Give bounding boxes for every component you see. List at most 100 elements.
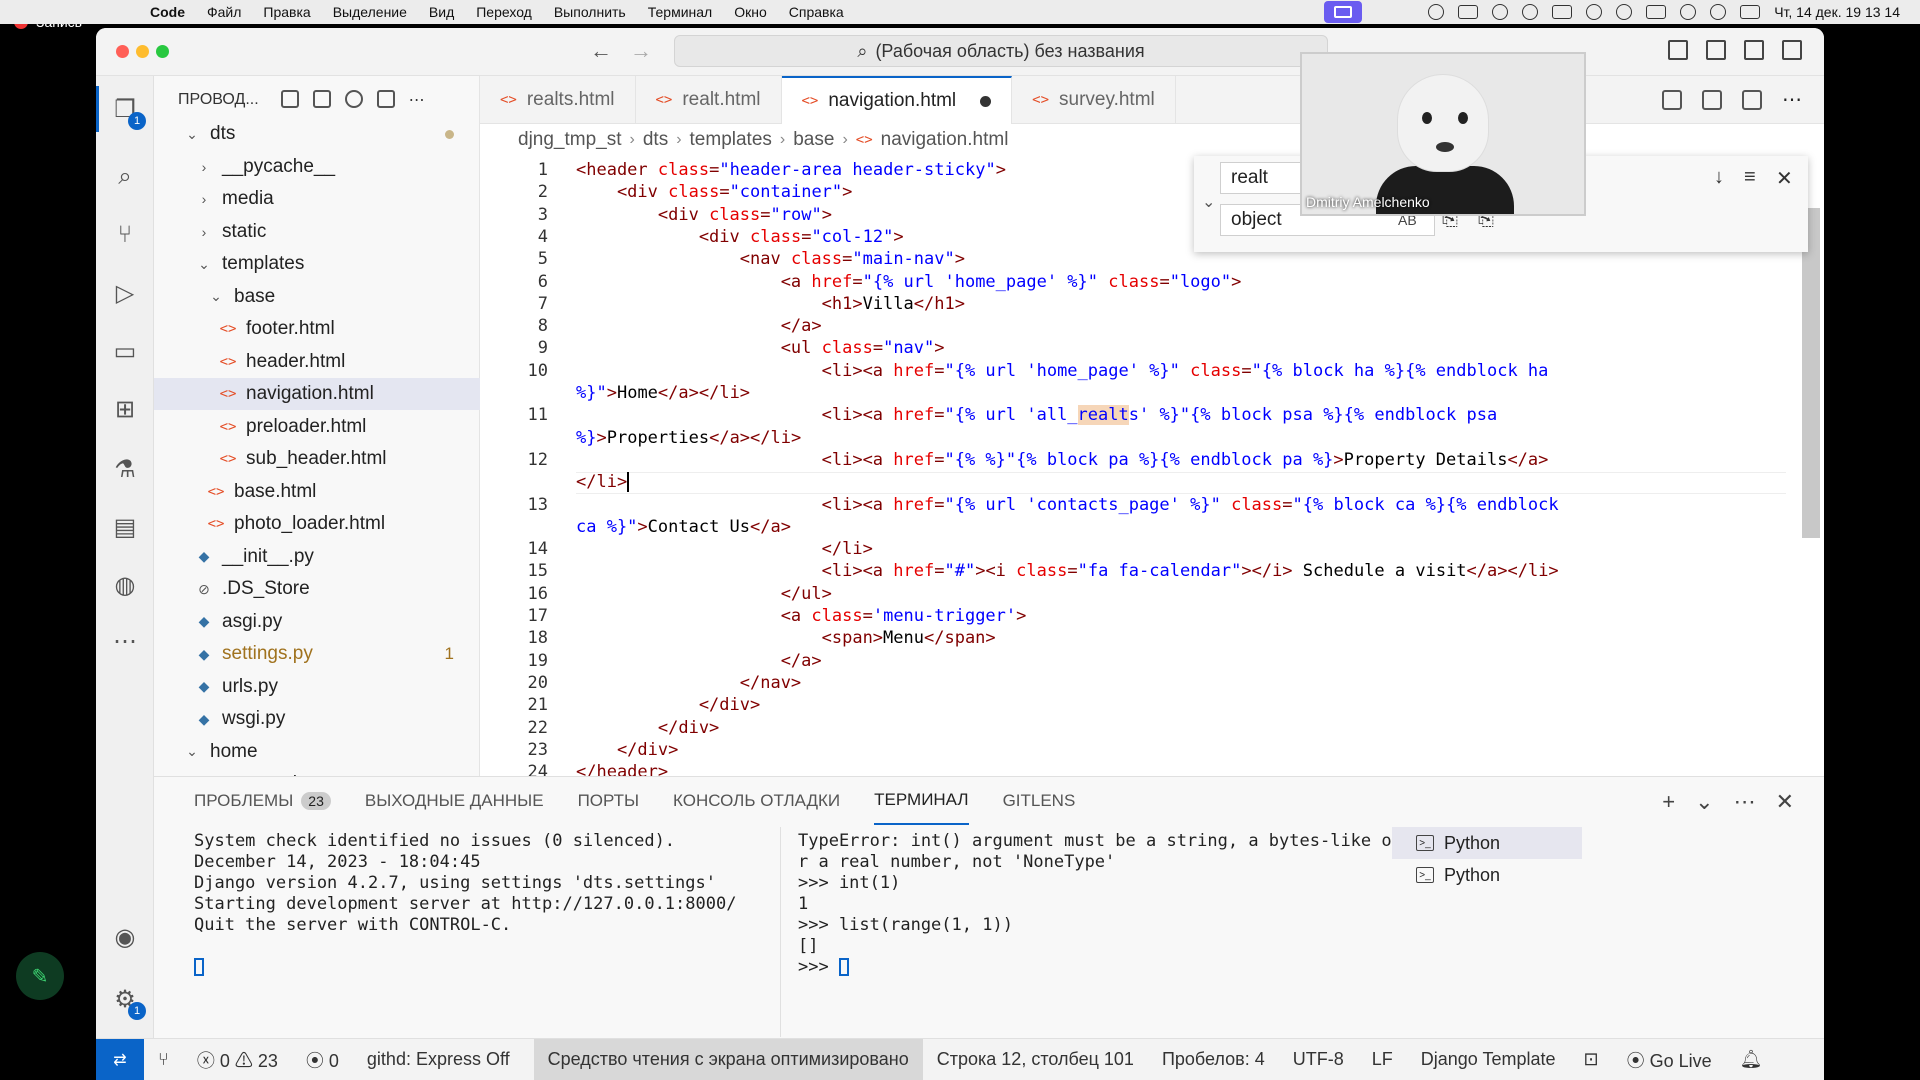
menubar-clock[interactable]: Чт, 14 дек. 19 13 14 [1774,4,1900,20]
code-line[interactable]: ca %}">Contact Us</a> [576,517,791,537]
gitlens-icon[interactable]: ◍ [108,568,142,602]
tree-item[interactable]: ◆ __init__.py [154,541,480,573]
testing-icon[interactable]: ⚗ [108,452,142,486]
menu-go[interactable]: Переход [476,4,532,20]
code-line[interactable]: <li><a href="{% url 'contacts_page' %}" … [576,495,1559,515]
find-in-selection-icon[interactable]: ≡ [1744,166,1756,189]
tab-realt[interactable]: <> realt.html [636,76,782,124]
code-line[interactable]: </a> [576,316,822,336]
code-line[interactable]: <a class='menu-trigger'> [576,606,1027,626]
keyboard-icon[interactable] [1458,5,1479,19]
menu-view[interactable]: Вид [429,4,454,20]
minimize-window-button[interactable] [136,45,149,58]
toggle-secondary-sidebar-icon[interactable] [1744,40,1764,60]
code-line[interactable]: %}>Properties</a></li> [576,428,801,448]
tree-item[interactable]: ◆ settings.py 1 [154,638,480,670]
close-find-icon[interactable]: ✕ [1776,166,1793,191]
code-line[interactable]: </nav> [576,673,801,693]
menu-help[interactable]: Справка [789,4,844,20]
cursor-position[interactable]: Строка 12, столбец 101 [923,1049,1148,1070]
code-line[interactable]: <div class="container"> [576,182,852,202]
go-live-button[interactable]: ⦿ Go Live [1613,1047,1726,1073]
remote-indicator-icon[interactable]: ⇄ [96,1038,144,1080]
tab-survey[interactable]: <> survey.html [1012,76,1176,124]
source-control-icon[interactable]: ⑂ [108,218,142,252]
play-icon[interactable] [1586,4,1603,20]
code-line[interactable]: </li> [576,539,873,559]
code-line[interactable]: <h1>Villa</h1> [576,294,965,314]
more-actions-icon[interactable]: ⋯ [1782,90,1802,110]
close-panel-icon[interactable]: ✕ [1776,789,1794,815]
control-center-icon[interactable] [1740,5,1761,19]
terminal-split-divider[interactable] [780,827,781,1037]
tab-output[interactable]: ВЫХОДНЫЕ ДАННЫЕ [365,777,544,825]
code-line[interactable]: <li><a href="{% url 'home_page' %}" clas… [576,361,1549,381]
input-source-icon[interactable] [1552,5,1573,19]
search-icon[interactable]: ⌕ [108,160,142,194]
breadcrumb-item[interactable]: templates [690,129,772,151]
toggle-replace-icon[interactable]: ⌄ [1202,192,1215,212]
wifi-icon[interactable] [1680,4,1697,20]
language-mode[interactable]: Django Template [1407,1049,1570,1070]
code-line[interactable]: </div> [576,718,719,738]
tab-terminal[interactable]: ТЕРМИНАЛ [874,777,969,825]
githd-status[interactable]: githd: Express Off [353,1049,524,1070]
annotate-pencil-icon[interactable]: ✎ [16,952,64,1000]
menu-window[interactable]: Окно [734,4,767,20]
code-line[interactable]: <span>Menu</span> [576,628,996,648]
terminal-list-item[interactable]: >_ Python [1392,827,1582,859]
tab-gitlens[interactable]: GITLENS [1003,777,1076,825]
code-line[interactable]: </div> [576,740,678,760]
more-actions-icon[interactable]: ⋯ [409,90,425,110]
indentation-status[interactable]: Пробелов: 4 [1148,1049,1279,1070]
tree-item[interactable]: ◆ asgi.py [154,606,480,638]
menu-app-name[interactable]: Code [150,4,185,20]
breadcrumb-item[interactable]: base [793,129,834,151]
close-window-button[interactable] [116,45,129,58]
headphones-icon[interactable] [1522,4,1539,20]
extensions-icon[interactable]: ⊞ [108,392,142,426]
account-icon[interactable]: ◉ [108,920,142,954]
tree-item[interactable]: ⌄ base [154,281,480,313]
code-line[interactable]: <nav class="main-nav"> [576,249,965,269]
tab-problems[interactable]: ПРОБЛЕМЫ 23 [194,777,331,825]
breadcrumb-item[interactable]: navigation.html [881,129,1009,151]
menu-edit[interactable]: Правка [263,4,310,20]
menu-run[interactable]: Выполнить [554,4,626,20]
next-match-arrow-icon[interactable]: ↓ [1714,166,1724,189]
code-line[interactable]: %}">Home</a></li> [576,383,750,403]
new-file-icon[interactable] [280,90,299,108]
python-run-icon[interactable] [1662,90,1682,110]
creative-cloud-icon[interactable] [1492,4,1509,20]
code-line[interactable]: </a> [576,651,822,671]
maximize-window-button[interactable] [156,45,169,58]
screen-reader-status[interactable]: Средство чтения с экрана оптимизировано [533,1038,923,1080]
tree-item[interactable]: ⌄ home [154,736,480,768]
code-line[interactable]: <ul class="nav"> [576,338,945,358]
back-arrow-icon[interactable]: ← [590,38,612,64]
editor-scrollbar[interactable] [1802,208,1820,538]
tab-debug-console[interactable]: КОНСОЛЬ ОТЛАДКИ [673,777,840,825]
menu-selection[interactable]: Выделение [333,4,407,20]
tree-item[interactable]: <> sub_header.html [154,443,480,475]
breadcrumb-item[interactable]: djng_tmp_st [518,129,622,151]
docker-icon[interactable]: ▤ [108,510,142,544]
tree-item[interactable]: <> navigation.html [154,378,480,410]
tree-item[interactable]: ⌄ templates [154,248,480,280]
tree-item[interactable]: <> base.html [154,476,480,508]
code-line[interactable]: <li><a href="{% url 'all_realts' %}"{% b… [576,405,1497,426]
tab-ports[interactable]: ПОРТЫ [578,777,639,825]
tree-item[interactable]: ◆ wsgi.py [154,703,480,735]
code-line[interactable]: <div class="row"> [576,205,832,225]
tree-item[interactable]: ⌄ dts [154,118,480,150]
code-line[interactable]: </li> [576,472,630,493]
tree-item[interactable]: › __pycache__ [154,151,480,183]
collapse-all-icon[interactable] [376,90,395,108]
code-line[interactable]: <div class="col-12"> [576,227,904,247]
tree-item[interactable]: › static [154,216,480,248]
spotlight-search-icon[interactable] [1710,4,1727,20]
breadcrumb-item[interactable]: dts [643,129,668,151]
terminal-status-icon[interactable]: ⊡ [1570,1049,1613,1070]
terminal-list-item[interactable]: >_ Python [1392,859,1582,891]
more-icon[interactable]: ⋯ [108,624,142,658]
